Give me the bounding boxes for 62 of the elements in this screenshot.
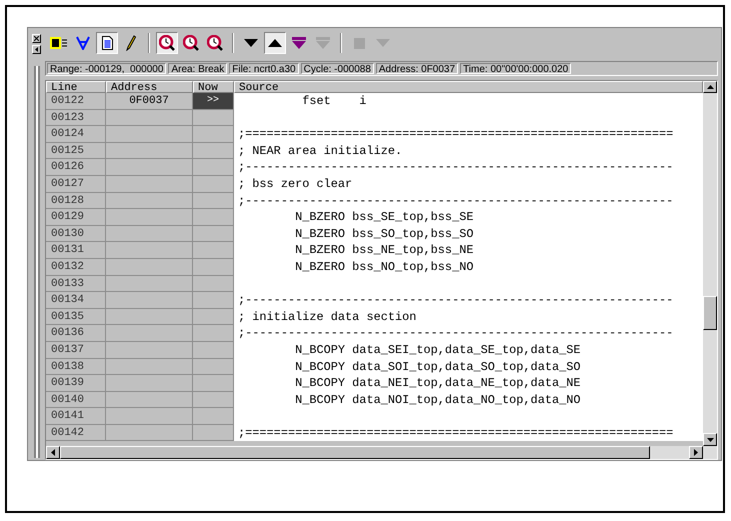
- left-arrow-icon: [35, 47, 38, 52]
- square-icon: [354, 38, 364, 48]
- line-number-cell: 00130: [46, 226, 106, 242]
- line-number-cell: 00133: [46, 276, 106, 292]
- line-number-cell: 00123: [46, 110, 106, 126]
- pencil-icon: [126, 35, 136, 51]
- line-number-cell: 00122: [46, 93, 106, 110]
- line-number-cell: 00139: [46, 375, 106, 392]
- right-arrow-icon: [694, 449, 698, 456]
- close-icon: [34, 36, 39, 41]
- up-arrow-icon: [706, 85, 714, 89]
- line-number-cell: 00128: [46, 192, 106, 210]
- line-number-cell: 00138: [46, 358, 106, 376]
- status-field: Cycle: -000088: [300, 63, 374, 74]
- toolbar-button[interactable]: [96, 32, 118, 54]
- scroll-left-button[interactable]: [46, 446, 60, 459]
- toolbar-button[interactable]: [264, 32, 286, 54]
- line-number-cell: 00136: [46, 325, 106, 342]
- vertical-scrollbar[interactable]: [703, 93, 717, 446]
- line-number-cell: 00125: [46, 142, 106, 160]
- column-header[interactable]: Address: [106, 81, 193, 93]
- dock-button[interactable]: [32, 45, 41, 54]
- line-number-cell: 00129: [46, 209, 106, 226]
- clock-magnifier-icon: [183, 35, 199, 51]
- scroll-up-button[interactable]: [703, 81, 717, 93]
- line-number-cell: 00142: [46, 424, 106, 442]
- line-number-cell: 00135: [46, 308, 106, 326]
- document-icon: [102, 36, 112, 50]
- status-field: Range: -000129, 000000: [47, 63, 166, 74]
- toolbar-button[interactable]: [156, 32, 178, 54]
- left-arrow-icon: [51, 449, 55, 456]
- column-header[interactable]: Line: [46, 81, 106, 93]
- status-field: Time: 00"00'00:000.020: [460, 63, 572, 74]
- scroll-right-button[interactable]: [689, 446, 703, 459]
- clock-magnifier-icon: [159, 35, 175, 51]
- close-button[interactable]: [32, 34, 41, 43]
- status-field: Area: Break: [168, 63, 228, 74]
- line-number-cell: 00141: [46, 408, 106, 425]
- forall-icon: [76, 36, 90, 50]
- column-header[interactable]: Now: [193, 81, 234, 93]
- line-number-cell: 00124: [46, 126, 106, 143]
- chip-icon: [50, 37, 68, 49]
- down-triangle-bar-icon: [292, 37, 306, 49]
- line-number-cell: 00132: [46, 258, 106, 276]
- up-triangle-icon: [268, 39, 282, 47]
- now-cell: >>: [193, 93, 234, 110]
- down-triangle-icon: [244, 39, 258, 47]
- down-arrow-icon: [706, 438, 714, 442]
- status-field: File: ncrt0.a30: [229, 63, 299, 74]
- clock-magnifier-icon: [207, 35, 223, 51]
- scroll-thumb[interactable]: [703, 296, 717, 330]
- line-number-cell: 00134: [46, 292, 106, 309]
- down-triangle-bar-icon: [316, 37, 330, 49]
- status-field: Address: 0F0037: [376, 63, 458, 74]
- column-header[interactable]: Source: [234, 81, 703, 93]
- line-number-cell: 00127: [46, 176, 106, 193]
- line-number-cell: 00126: [46, 159, 106, 176]
- down-triangle-icon: [376, 39, 390, 47]
- line-number-cell: 00137: [46, 342, 106, 358]
- scroll-down-button[interactable]: [703, 433, 717, 446]
- line-number-cell: 00131: [46, 242, 106, 259]
- line-number-cell: 00140: [46, 392, 106, 408]
